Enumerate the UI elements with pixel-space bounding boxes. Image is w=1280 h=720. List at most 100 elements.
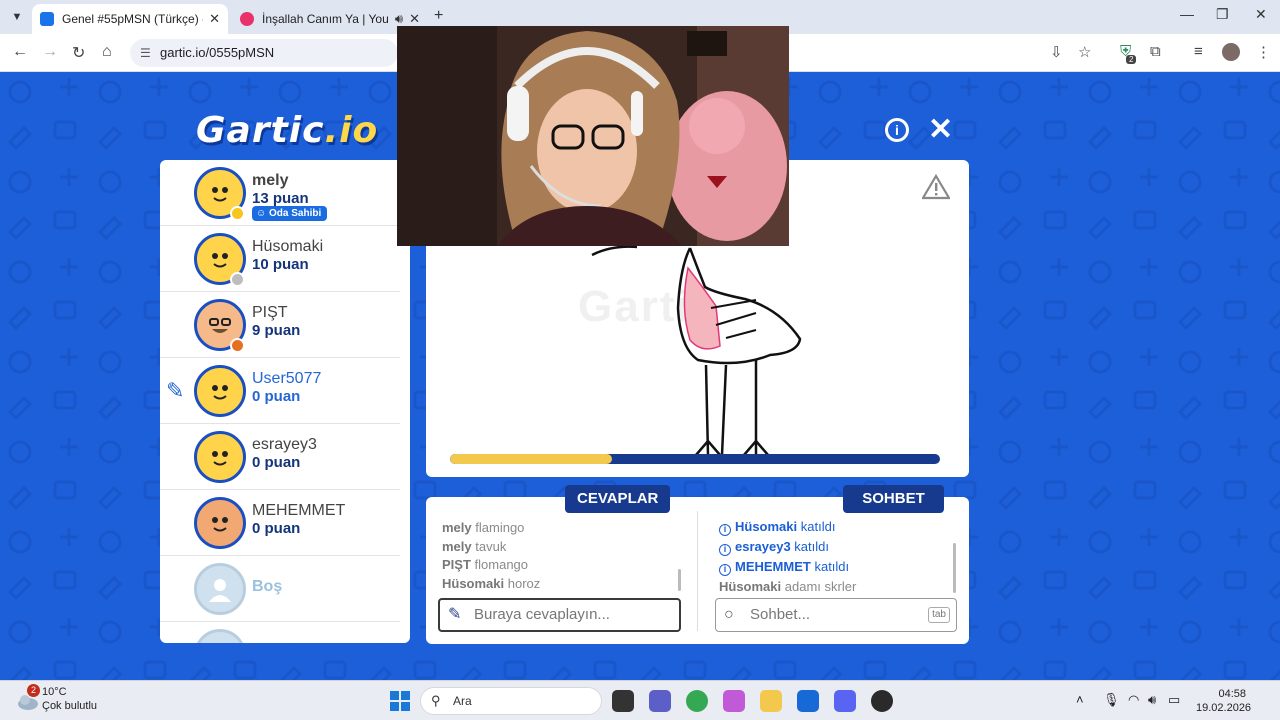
media-control-icon[interactable]: ≡ [1194, 43, 1203, 60]
round-timer-bar [450, 454, 940, 464]
menu-kebab-icon[interactable]: ⋮ [1256, 43, 1271, 61]
answer-item: mely flamingo [442, 520, 525, 535]
player-points: 0 puan [252, 388, 301, 405]
tray-overflow-icon[interactable]: ˄ [1076, 692, 1084, 707]
task-view-icon[interactable] [612, 690, 634, 712]
maximize-icon[interactable]: ❐ [1216, 6, 1229, 23]
site-info-icon[interactable]: ☰ [140, 39, 151, 67]
gartic-favicon-icon [40, 12, 54, 26]
answers-label: CEVAPLAR [565, 485, 671, 513]
pencil-icon: ✎ [448, 606, 462, 623]
new-tab-button[interactable]: + [434, 7, 443, 25]
copilot-icon[interactable] [723, 690, 745, 712]
search-label: Ara [453, 694, 472, 708]
player-row[interactable]: MEHEMMET 0 puan [160, 490, 400, 556]
volume-icon[interactable]: 🔊︎ [1148, 692, 1156, 708]
discord-icon[interactable] [834, 690, 856, 712]
chat-placeholder: Sohbet... [750, 606, 811, 623]
panel-divider [697, 511, 698, 631]
extensions-puzzle-icon[interactable]: ⧉ [1150, 43, 1161, 60]
chat-item: Hüsomaki adamı skrler [719, 579, 857, 594]
youtube-favicon-icon [240, 12, 254, 26]
bookmark-star-icon[interactable]: ☆ [1078, 43, 1091, 61]
store-icon[interactable] [797, 690, 819, 712]
status-dot [230, 206, 245, 221]
forward-icon[interactable]: → [42, 43, 58, 61]
player-row[interactable]: mely 13 puan ☺ Oda Sahibi [160, 160, 400, 226]
player-points: 0 puan [252, 520, 301, 537]
speaker-icon[interactable]: 🔊︎ [395, 11, 403, 27]
extension-badge: 2 [1126, 55, 1137, 64]
player-row-empty: Boş [160, 556, 400, 622]
exit-room-icon[interactable]: ✕ [928, 112, 953, 147]
profile-avatar[interactable] [1222, 43, 1240, 61]
chat-scrollbar[interactable] [953, 543, 956, 593]
info-icon: i [719, 564, 731, 576]
empty-avatar-icon [194, 629, 246, 643]
answers-list: mely flamingo mely tavuk PIŞT flomango H… [442, 519, 682, 593]
search-icon: ⚲ [431, 693, 441, 708]
reload-icon[interactable]: ↻ [72, 43, 85, 63]
player-row[interactable]: PIŞT 9 puan [160, 292, 400, 358]
teams-icon[interactable] [649, 690, 671, 712]
empty-avatar-icon [194, 563, 246, 615]
weather-badge: 2 [27, 684, 40, 697]
file-explorer-icon[interactable] [760, 690, 782, 712]
url-field[interactable]: ☰ gartic.io/0555pMSN [130, 39, 398, 67]
date: 19.02.2026 [1196, 702, 1252, 714]
gartic-logo: Gartic.io [196, 110, 379, 151]
close-window-icon[interactable]: ✕ [1255, 6, 1267, 23]
minimize-icon[interactable]: — [1180, 6, 1194, 22]
player-row-empty [160, 622, 400, 643]
tab-gartic[interactable]: Genel #55pMSN (Türkçe) - Gartic ✕ [32, 4, 228, 34]
player-name: Boş [252, 578, 283, 595]
room-owner-badge: ☺ Oda Sahibi [252, 206, 328, 221]
drawing-pencil-icon: ✎ [166, 378, 185, 403]
chrome-icon[interactable] [686, 690, 708, 712]
answer-item: Hüsomaki horoz [442, 575, 541, 591]
home-icon[interactable]: ⌂ [102, 43, 112, 61]
player-points: 13 puan [252, 190, 309, 207]
weather-temp: 10°C [42, 686, 67, 698]
wifi-icon[interactable]: ◠ [1128, 692, 1139, 708]
tab-search-button[interactable]: ▼ [8, 8, 26, 26]
answer-input[interactable]: ✎ Buraya cevaplayın... [438, 598, 681, 632]
microphone-icon[interactable]: 🎙︎ [1103, 692, 1120, 708]
chat-item: i esrayey3 katıldı [719, 537, 959, 557]
install-app-icon[interactable]: ⇩ [1050, 43, 1063, 61]
player-row-self[interactable]: ✎ User5077 0 puan [160, 358, 400, 424]
players-panel: mely 13 puan ☺ Oda Sahibi Hüsomaki 10 pu… [160, 160, 410, 643]
player-avatar [194, 365, 246, 417]
windows-start-icon[interactable] [390, 691, 410, 711]
player-name: Hüsomaki [252, 238, 324, 255]
player-name: User5077 [252, 370, 322, 387]
webcam-image [397, 26, 789, 246]
tab-title: Genel #55pMSN (Türkçe) - Gartic [62, 12, 203, 26]
battery-icon[interactable]: ▭ [1168, 692, 1180, 708]
close-tab-icon[interactable]: ✕ [409, 11, 420, 27]
player-name: esrayey3 [252, 436, 317, 453]
answer-item: PIŞT flomango [442, 557, 529, 572]
webcam-overlay [397, 26, 789, 246]
close-tab-icon[interactable]: ✕ [209, 11, 220, 27]
player-avatar [194, 431, 246, 483]
clock[interactable]: 04:58 19.02.2026 [1196, 687, 1252, 715]
chat-label: SOHBET [843, 485, 944, 513]
player-name: PIŞT [252, 304, 288, 321]
player-points: 10 puan [252, 256, 309, 273]
answers-scrollbar[interactable] [678, 569, 681, 591]
back-icon[interactable]: ← [12, 43, 28, 61]
player-row[interactable]: esrayey3 0 puan [160, 424, 400, 490]
chat-input[interactable]: ○ Sohbet... tab [715, 598, 957, 632]
weather-desc: Çok bulutlu [42, 700, 98, 712]
player-name: mely [252, 172, 289, 189]
app-icon[interactable] [871, 690, 893, 712]
player-avatar [194, 497, 246, 549]
player-points: 9 puan [252, 322, 301, 339]
info-icon[interactable]: i [885, 118, 909, 142]
player-row[interactable]: Hüsomaki 10 puan [160, 226, 400, 292]
taskbar-search[interactable]: ⚲ Ara [420, 687, 602, 715]
answers-chat-panel: CEVAPLAR SOHBET mely flamingo mely tavuk… [426, 485, 969, 644]
tab-title: İnşallah Canım Ya | YouTube [262, 12, 389, 26]
info-icon: i [719, 524, 731, 536]
